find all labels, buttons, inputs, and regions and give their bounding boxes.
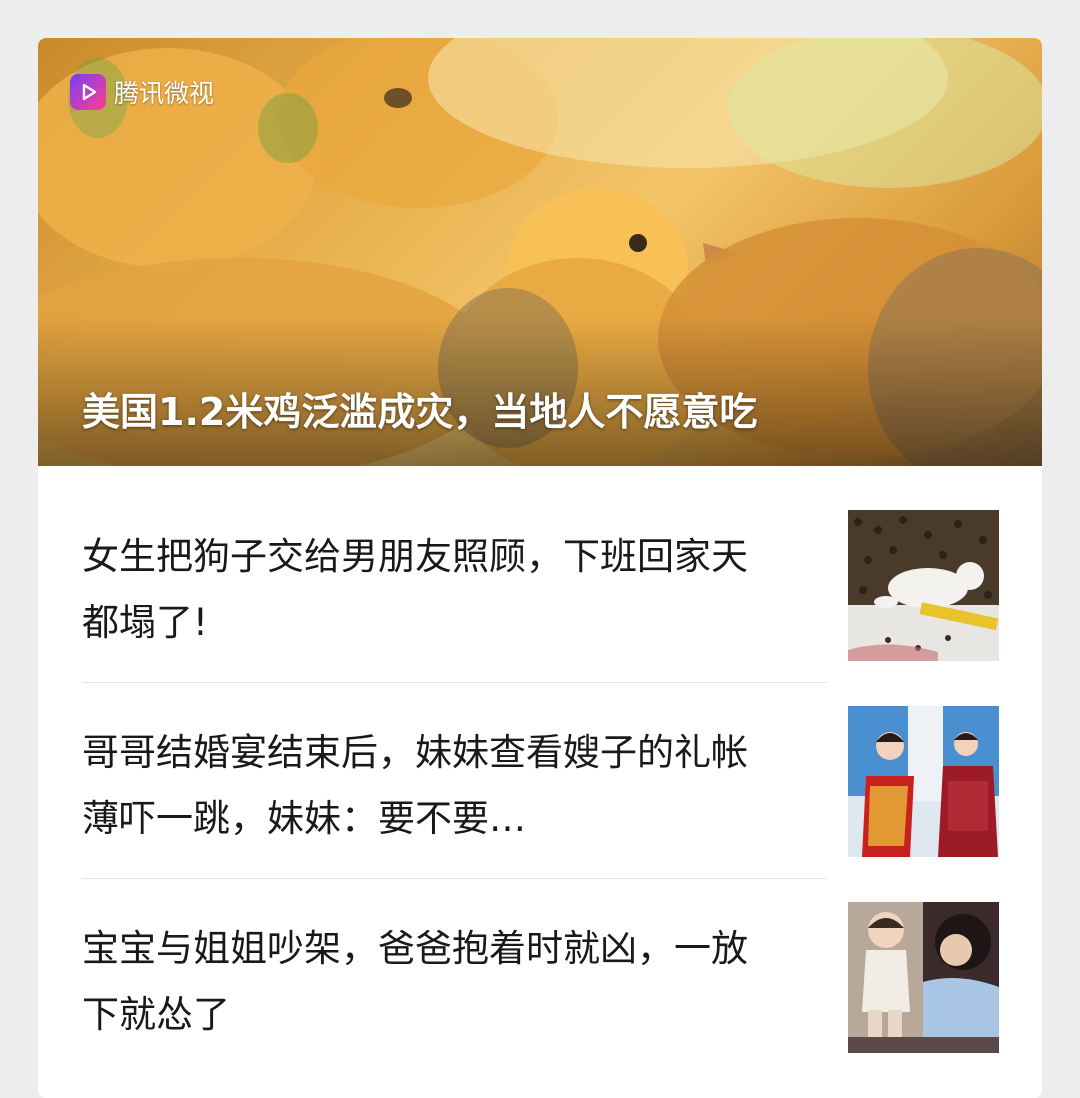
- list-item[interactable]: 女生把狗子交给男朋友照顾，下班回家天都塌了!: [82, 510, 999, 686]
- article-thumbnail[interactable]: [848, 706, 999, 857]
- divider: [82, 878, 827, 879]
- weishi-play-icon: [70, 74, 106, 110]
- source-logo: 腾讯微视: [70, 74, 214, 110]
- list-item[interactable]: 宝宝与姐姐吵架，爸爸抱着时就凶，一放下就怂了: [82, 902, 999, 1078]
- hero-title[interactable]: 美国1.2米鸡泛滥成灾，当地人不愿意吃: [82, 388, 1002, 436]
- article-title[interactable]: 哥哥结婚宴结束后，妹妹查看嫂子的礼帐薄吓一跳，妹妹：要不要…: [82, 720, 782, 852]
- article-title[interactable]: 女生把狗子交给男朋友照顾，下班回家天都塌了!: [82, 524, 782, 656]
- source-label: 腾讯微视: [114, 79, 215, 108]
- article-thumbnail[interactable]: [848, 902, 999, 1053]
- wedding-photo-image: [848, 706, 999, 857]
- divider: [82, 682, 827, 683]
- article-thumbnail[interactable]: [848, 510, 999, 661]
- news-card: 腾讯微视 美国1.2米鸡泛滥成灾，当地人不愿意吃 女生把狗子交给男朋友照顾，下班…: [38, 38, 1042, 1098]
- article-title[interactable]: 宝宝与姐姐吵架，爸爸抱着时就凶，一放下就怂了: [82, 916, 782, 1048]
- list-item[interactable]: 哥哥结婚宴结束后，妹妹查看嫂子的礼帐薄吓一跳，妹妹：要不要…: [82, 706, 999, 882]
- baby-photo-image: [848, 902, 999, 1053]
- hero-banner[interactable]: 腾讯微视 美国1.2米鸡泛滥成灾，当地人不愿意吃: [38, 38, 1042, 466]
- dog-food-image: [848, 510, 999, 661]
